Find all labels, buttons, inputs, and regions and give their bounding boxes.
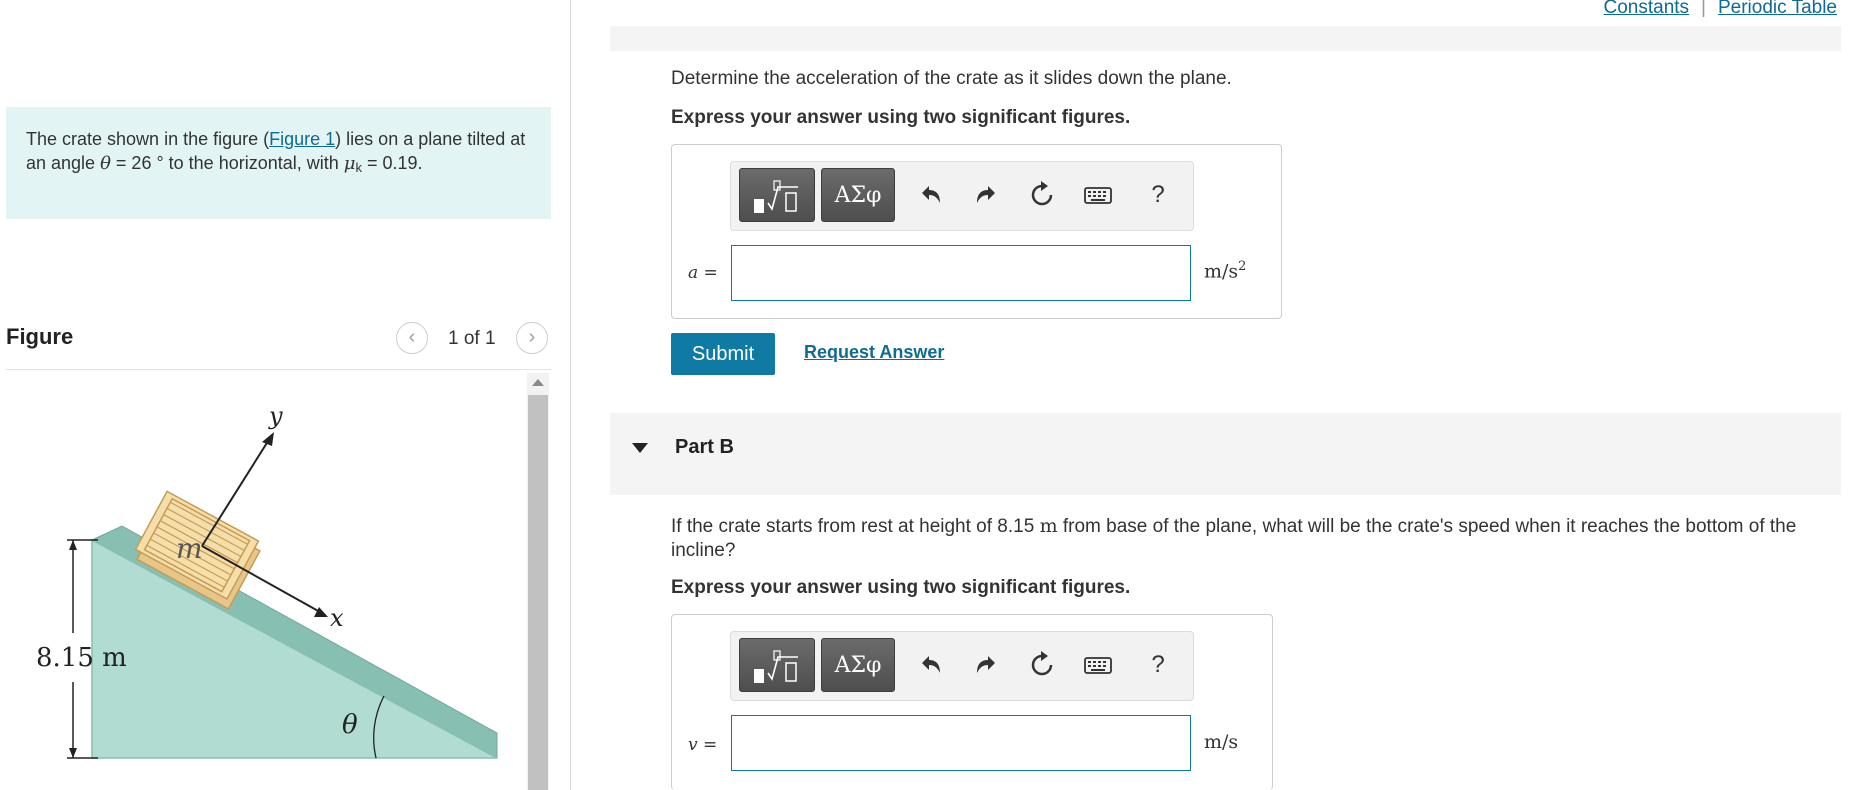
part-a-unit: m/s2 (1204, 259, 1246, 282)
y-axis-label: y (268, 402, 283, 430)
part-b-variable: v (688, 735, 698, 755)
undo-icon[interactable] (916, 650, 946, 680)
part-b-header-band[interactable] (610, 413, 1841, 495)
part-b-title[interactable]: Part B (675, 436, 734, 459)
part-b-answer-input[interactable] (731, 715, 1191, 771)
scroll-up-arrow-icon[interactable] (532, 379, 544, 386)
templates-icon (754, 650, 798, 683)
submit-button[interactable]: Submit (671, 333, 775, 375)
figure-header: Figure ‹ 1 of 1 › (6, 318, 551, 370)
x-axis-arrow (314, 607, 328, 617)
top-links: Constants | Periodic Table (1604, 0, 1838, 19)
part-b-answer-box: ΑΣφ ? v = m/s (671, 614, 1273, 790)
part-b-question: If the crate starts from rest at height … (671, 514, 1841, 563)
part-b-instruction: Express your answer using two significan… (671, 577, 1131, 598)
figure-title: Figure (6, 324, 74, 349)
reset-icon[interactable] (1027, 650, 1057, 680)
part-b-question-text-1: If the crate starts from rest at height … (671, 516, 1040, 537)
part-a-header-band (610, 26, 1841, 51)
height-arrow-down (69, 748, 77, 758)
height-arrow-up (69, 540, 77, 550)
problem-text-4: = 0.19. (361, 153, 423, 173)
redo-icon[interactable] (971, 180, 1001, 210)
theta-symbol: θ (100, 153, 111, 174)
problem-text-3: = 26 ° to the horizontal, with (110, 153, 344, 173)
part-a-answer-input[interactable] (731, 245, 1191, 301)
templates-button[interactable] (739, 168, 815, 222)
chevron-left-icon: ‹ (408, 326, 416, 348)
templates-icon (754, 180, 798, 213)
part-b-math-toolbar: ΑΣφ ? (730, 631, 1194, 701)
scrollbar-thumb[interactable] (528, 395, 548, 790)
part-a-unit-base: m/s (1204, 260, 1239, 283)
part-a-unit-exponent: 2 (1238, 259, 1247, 274)
mass-label: m (176, 532, 203, 565)
left-panel: The crate shown in the figure (Figure 1)… (0, 0, 570, 790)
reset-icon[interactable] (1027, 180, 1057, 210)
y-axis-arrow (262, 432, 274, 446)
problem-statement: The crate shown in the figure (Figure 1)… (6, 107, 551, 219)
undo-icon[interactable] (916, 180, 946, 210)
help-button[interactable]: ? (1143, 180, 1173, 210)
periodic-table-link[interactable]: Periodic Table (1718, 0, 1837, 18)
figure-1-link[interactable]: Figure 1 (269, 129, 335, 149)
part-a-math-toolbar: ΑΣφ ? (730, 161, 1194, 231)
part-b-unit: m/s (1204, 731, 1239, 753)
part-a-answer-box: ΑΣφ ? a = m/s2 (671, 144, 1282, 319)
incline-figure: 8.15 m θ m y x (36, 402, 498, 759)
part-b-question-unit: m (1039, 515, 1058, 537)
greek-symbols-button[interactable]: ΑΣφ (821, 638, 895, 692)
part-a-question: Determine the acceleration of the crate … (671, 68, 1232, 89)
keyboard-icon[interactable] (1083, 650, 1113, 680)
part-a-variable: a (688, 263, 699, 283)
keyboard-icon[interactable] (1083, 180, 1113, 210)
figure-prev-button[interactable]: ‹ (396, 322, 428, 354)
part-a-instruction: Express your answer using two significan… (671, 107, 1131, 128)
column-divider (570, 0, 571, 790)
part-a-variable-label: a = (688, 263, 718, 283)
redo-icon[interactable] (971, 650, 1001, 680)
problem-text-1: The crate shown in the figure ( (26, 129, 270, 149)
caret-down-icon[interactable] (632, 443, 648, 453)
mu-symbol: μ (343, 153, 356, 174)
request-answer-link[interactable]: Request Answer (804, 342, 944, 363)
part-a-equals: = (698, 263, 718, 283)
chevron-right-icon: › (528, 326, 536, 348)
part-b-equals: = (697, 735, 718, 755)
help-button[interactable]: ? (1143, 650, 1173, 680)
figure-next-button[interactable]: › (516, 322, 548, 354)
incline-body (91, 538, 498, 759)
constants-link[interactable]: Constants (1604, 0, 1690, 18)
figure-scrollbar[interactable] (527, 373, 549, 790)
greek-symbols-button[interactable]: ΑΣφ (821, 168, 895, 222)
part-b-variable-label: v = (688, 735, 717, 755)
figure-page-count: 1 of 1 (448, 328, 496, 349)
x-axis-label: x (330, 604, 344, 632)
link-separator: | (1701, 0, 1706, 18)
angle-label: θ (342, 710, 358, 740)
templates-button[interactable] (739, 638, 815, 692)
height-label: 8.15 m (36, 643, 127, 673)
